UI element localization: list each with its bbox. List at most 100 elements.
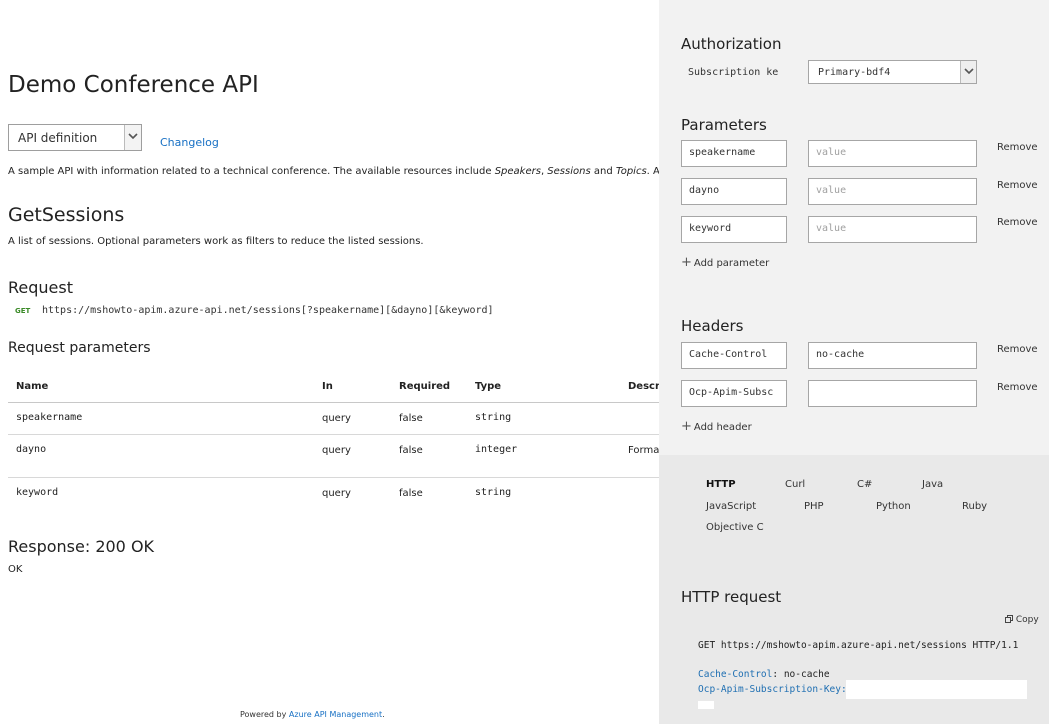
header-value-input[interactable]: no-cache <box>808 342 977 369</box>
code-header-sep: : <box>772 669 784 680</box>
param-required: false <box>399 445 423 456</box>
param-name: speakername <box>16 412 83 423</box>
param-value-input[interactable]: value <box>808 140 977 167</box>
param-name-value: keyword <box>689 223 732 234</box>
add-header-button[interactable]: + Add header <box>681 419 752 434</box>
authorization-title: Authorization <box>681 35 782 53</box>
plus-icon: + <box>681 419 692 434</box>
param-type: string <box>475 412 512 423</box>
param-value-placeholder: value <box>816 223 847 234</box>
http-method-badge: GET <box>15 307 31 315</box>
language-tab-curl[interactable]: Curl <box>785 479 805 490</box>
language-tab-http[interactable]: HTTP <box>706 479 736 490</box>
param-description: Format <box>628 445 659 456</box>
code-header-value: no-cache <box>783 669 830 680</box>
api-definition-select[interactable]: API definition <box>8 124 142 151</box>
language-tab-php[interactable]: PHP <box>804 501 824 512</box>
page-title: Demo Conference API <box>8 72 259 98</box>
copy-label: Copy <box>1015 615 1039 625</box>
copy-icon <box>1005 615 1016 625</box>
add-parameter-label: Add parameter <box>693 258 770 269</box>
column-header-required: Required <box>399 381 451 392</box>
response-text: OK <box>8 564 23 575</box>
param-in: query <box>322 488 351 499</box>
code-sample-panel: HTTP Curl C# Java JavaScript PHP Python … <box>659 455 1049 724</box>
table-divider <box>8 477 659 478</box>
try-it-console: Authorization Subscription ke Primary-bd… <box>659 0 1049 724</box>
header-name-value: Ocp-Apim-Subsc <box>689 387 774 398</box>
subscription-key-label: Subscription ke <box>688 67 779 78</box>
remove-param-button[interactable]: Remove <box>997 142 1038 153</box>
code-header-key: Ocp-Apim-Subscription-Key <box>698 684 841 695</box>
language-tab-objective-c[interactable]: Objective C <box>706 522 764 533</box>
remove-param-button[interactable]: Remove <box>997 217 1038 228</box>
redacted-key-block <box>698 701 714 709</box>
param-in: query <box>322 445 351 456</box>
param-name-value: dayno <box>689 185 720 196</box>
param-name-input[interactable]: keyword <box>681 216 787 243</box>
redacted-key-block <box>846 680 1027 699</box>
header-value: no-cache <box>816 349 865 360</box>
changelog-link[interactable]: Changelog <box>160 136 219 149</box>
api-description: A sample API with information related to… <box>8 166 659 177</box>
table-divider <box>8 402 659 403</box>
chevron-down-icon <box>124 125 141 150</box>
footer-prefix: Powered by <box>240 710 287 719</box>
language-tab-java[interactable]: Java <box>922 479 943 490</box>
remove-param-button[interactable]: Remove <box>997 180 1038 191</box>
param-name-input[interactable]: dayno <box>681 178 787 205</box>
header-name-value: Cache-Control <box>689 349 768 360</box>
request-parameters-heading: Request parameters <box>8 340 151 356</box>
language-tab-javascript[interactable]: JavaScript <box>706 501 756 512</box>
remove-header-button[interactable]: Remove <box>997 344 1038 355</box>
param-name-input[interactable]: speakername <box>681 140 787 167</box>
subscription-key-value: Primary-bdf4 <box>818 67 891 78</box>
language-tab-ruby[interactable]: Ruby <box>962 501 987 512</box>
add-header-label: Add header <box>693 422 752 433</box>
param-required: false <box>399 413 423 424</box>
header-value-input[interactable] <box>808 380 977 407</box>
param-name: keyword <box>16 487 59 498</box>
code-header-key: Cache-Control <box>698 669 773 680</box>
code-header-line: Ocp-Apim-Subscription-Key: <box>698 684 847 695</box>
api-description-text: A sample API with information related to… <box>8 166 659 177</box>
footer: Powered by Azure API Management. <box>240 710 385 719</box>
header-name-input[interactable]: Ocp-Apim-Subsc <box>681 380 787 407</box>
http-request-title: HTTP request <box>681 588 782 606</box>
azure-api-management-link[interactable]: Azure API Management <box>289 710 382 719</box>
plus-icon: + <box>681 255 692 270</box>
param-type: string <box>475 487 512 498</box>
column-header-description: Descri <box>628 381 659 392</box>
response-heading: Response: 200 OK <box>8 537 155 556</box>
operation-description: A list of sessions. Optional parameters … <box>8 236 424 247</box>
param-value-placeholder: value <box>816 147 847 158</box>
api-documentation-pane: Demo Conference API API definition Chang… <box>0 0 659 724</box>
param-required: false <box>399 488 423 499</box>
copy-button[interactable]: Copy <box>1005 615 1039 625</box>
chevron-down-icon <box>960 61 976 83</box>
column-header-type: Type <box>475 381 502 392</box>
parameters-title: Parameters <box>681 116 767 134</box>
operation-title: GetSessions <box>8 204 125 226</box>
request-url: https://mshowto-apim.azure-api.net/sessi… <box>42 305 494 316</box>
table-divider <box>8 434 659 435</box>
param-value-input[interactable]: value <box>808 178 977 205</box>
param-in: query <box>322 413 351 424</box>
add-parameter-button[interactable]: + Add parameter <box>681 255 769 270</box>
header-name-input[interactable]: Cache-Control <box>681 342 787 369</box>
language-tab-csharp[interactable]: C# <box>857 479 872 490</box>
param-name-value: speakername <box>689 147 756 158</box>
headers-title: Headers <box>681 317 744 335</box>
language-tab-python[interactable]: Python <box>876 501 911 512</box>
code-request-line: GET https://mshowto-apim.azure-api.net/s… <box>698 640 1019 651</box>
subscription-key-select[interactable]: Primary-bdf4 <box>808 60 977 84</box>
column-header-name: Name <box>16 381 49 392</box>
param-type: integer <box>475 444 518 455</box>
remove-header-button[interactable]: Remove <box>997 382 1038 393</box>
api-definition-select-value: API definition <box>18 131 98 145</box>
param-value-placeholder: value <box>816 185 847 196</box>
footer-suffix: . <box>382 710 385 719</box>
param-name: dayno <box>16 444 47 455</box>
param-value-input[interactable]: value <box>808 216 977 243</box>
column-header-in: In <box>322 381 333 392</box>
